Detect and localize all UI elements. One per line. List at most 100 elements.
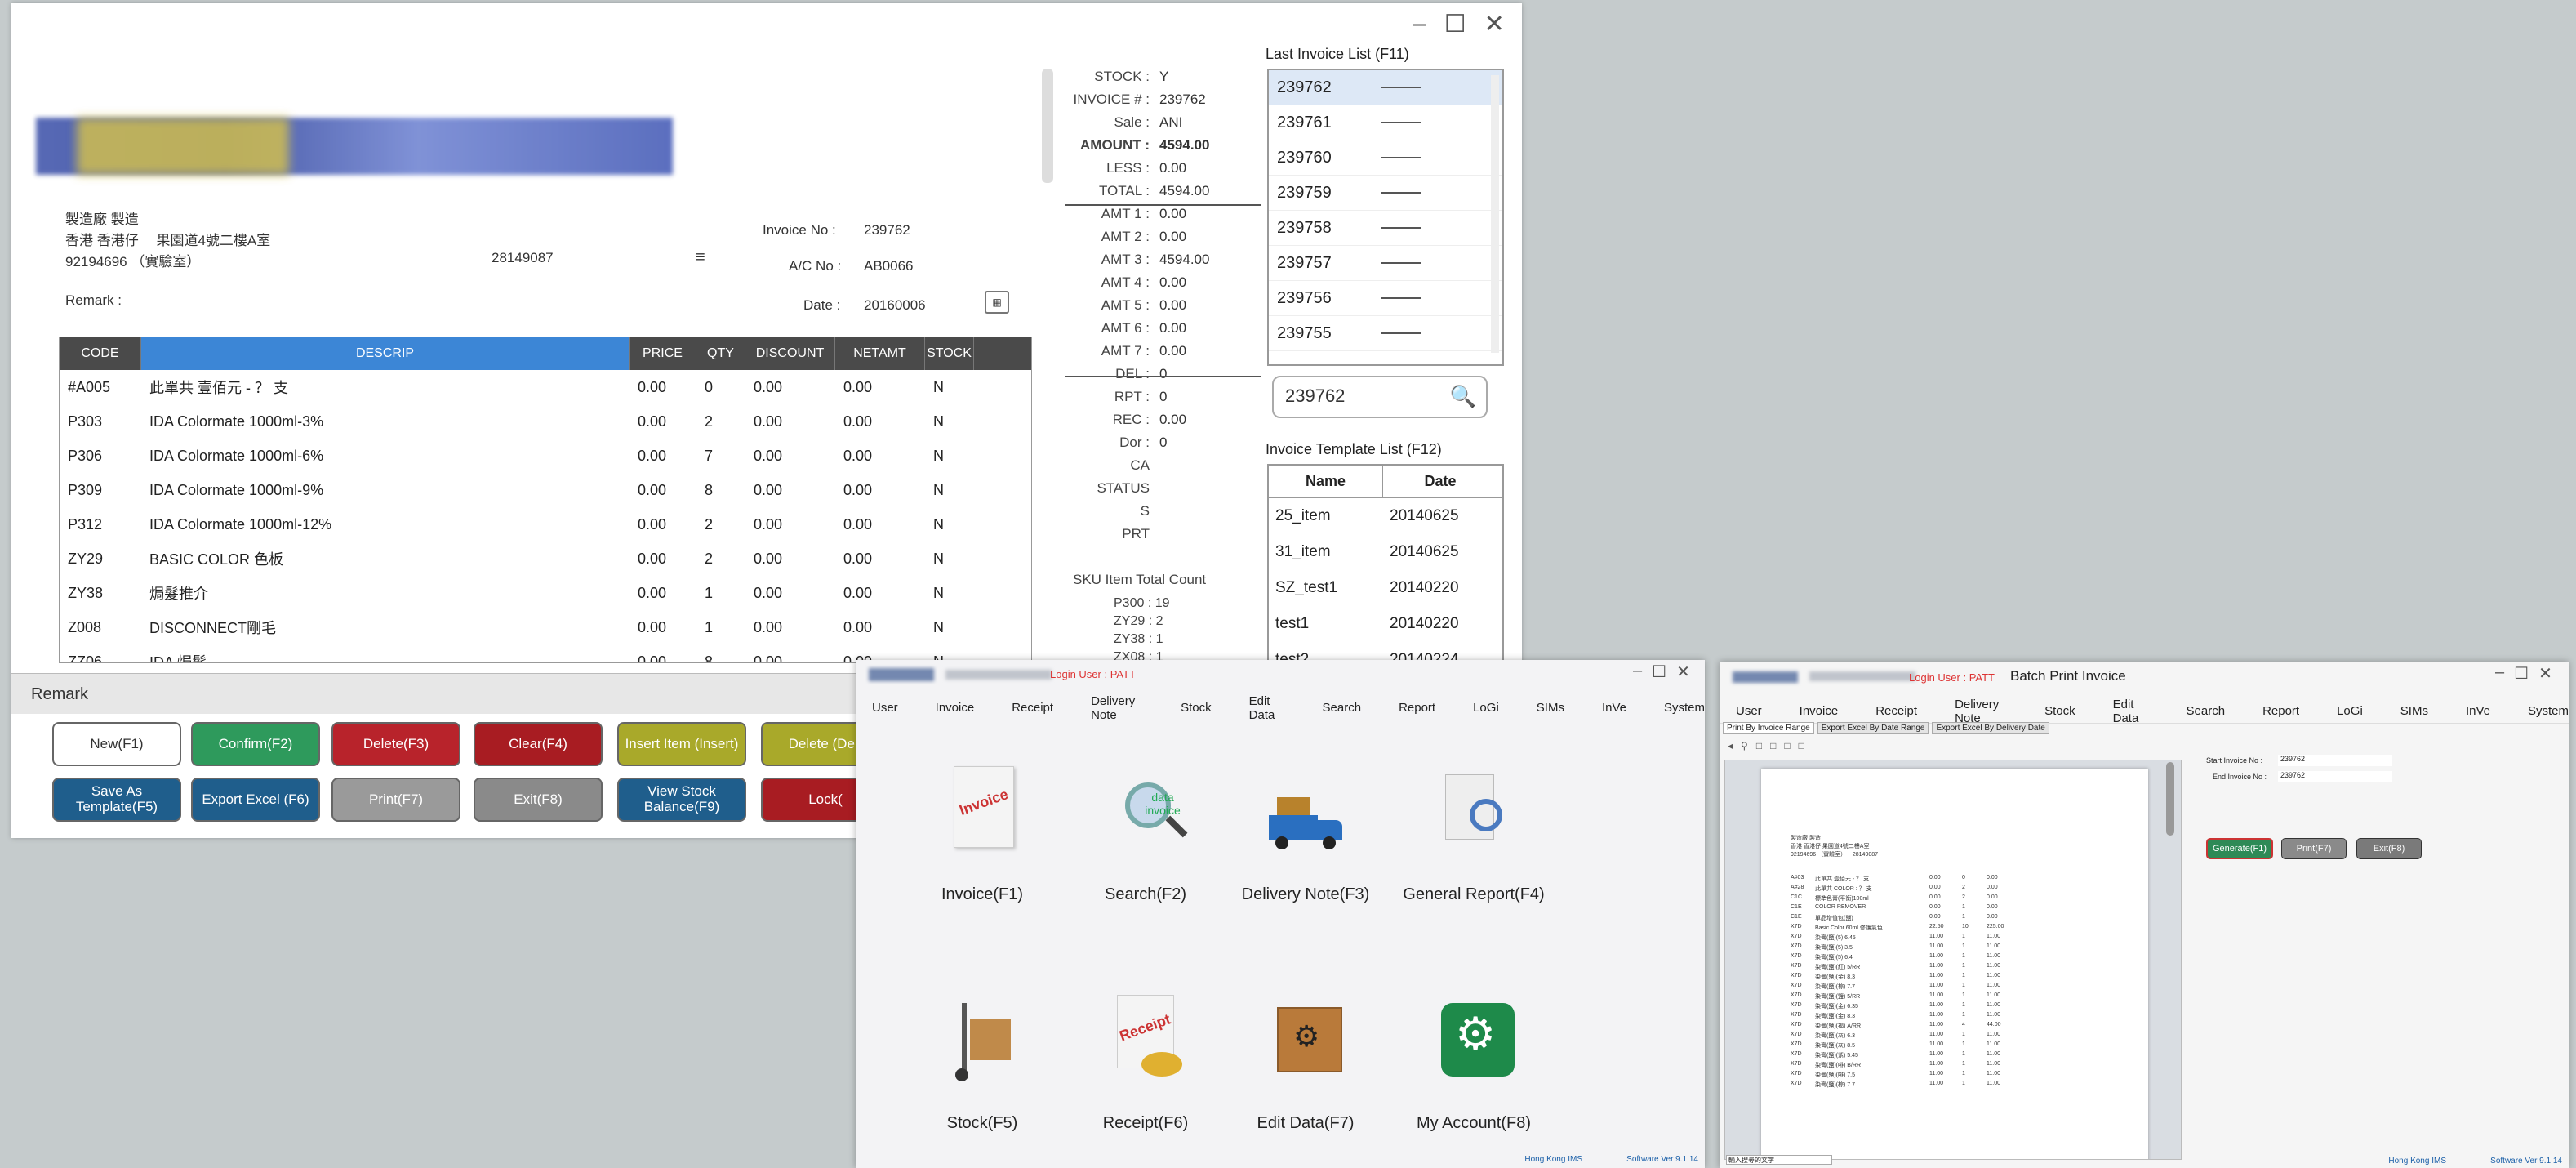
col-qty[interactable]: QTY xyxy=(696,337,745,370)
list-item[interactable]: 239757 xyxy=(1269,246,1502,281)
menu-item-sims[interactable]: SIMs xyxy=(1537,701,1564,715)
print-button[interactable]: Print(F7) xyxy=(331,778,460,822)
status-search-input[interactable]: 輸入搜尋的文字 xyxy=(1726,1155,1832,1165)
col-stock[interactable]: STOCK xyxy=(925,337,974,370)
tab-2[interactable]: Export Excel By Delivery Date xyxy=(1932,722,2049,734)
col-code[interactable]: CODE xyxy=(60,337,141,370)
template-row[interactable]: 25_item 20140625 xyxy=(1269,498,1502,534)
menu-item-user[interactable]: User xyxy=(872,701,898,715)
page-icon[interactable]: □ xyxy=(1784,740,1790,753)
menu-item-user[interactable]: User xyxy=(1736,704,1762,718)
confirm-button[interactable]: Confirm(F2) xyxy=(191,722,320,766)
save-as-template-button[interactable]: Save As Template(F5) xyxy=(52,778,181,822)
export-excel-button[interactable]: Export Excel (F6) xyxy=(191,778,320,822)
table-row[interactable]: P309 IDA Colormate 1000ml-9% 0.00 8 0.00 0.00… xyxy=(60,473,1031,507)
menu-item-stock[interactable]: Stock xyxy=(1181,701,1212,715)
col-netamt[interactable]: NETAMT xyxy=(835,337,925,370)
template-row[interactable]: SZ_test1 20140220 xyxy=(1269,570,1502,606)
col-descrip[interactable]: DESCRIP xyxy=(141,337,630,370)
tile-package[interactable]: ⚙ Edit Data(F7) xyxy=(1212,995,1399,1168)
tab-0[interactable]: Print By Invoice Range xyxy=(1723,722,1814,734)
menu-item-report[interactable]: Report xyxy=(2262,704,2299,718)
template-col-date[interactable]: Date xyxy=(1383,466,1497,497)
menu-item-logi[interactable]: LoGi xyxy=(2337,704,2363,718)
page-icon[interactable]: □ xyxy=(1799,740,1804,753)
arrow-icon[interactable]: ◂ xyxy=(1728,740,1733,753)
tile-delivery-truck[interactable]: Delivery Note(F3) xyxy=(1212,766,1399,962)
clear-button[interactable]: Clear(F4) xyxy=(474,722,603,766)
view-stock-balance-button[interactable]: View Stock Balance(F9) xyxy=(617,778,746,822)
table-row[interactable]: P306 IDA Colormate 1000ml-6% 0.00 7 0.00 0.00… xyxy=(60,439,1031,473)
tile-gears[interactable]: ⚙ My Account(F8) xyxy=(1380,995,1568,1168)
menu-item-delivery-note[interactable]: Delivery Note xyxy=(1955,698,2007,725)
menu-item-stock[interactable]: Stock xyxy=(2044,704,2075,718)
list-item[interactable]: 239759 xyxy=(1269,176,1502,211)
list-item[interactable]: 239755 xyxy=(1269,316,1502,351)
minimize-icon[interactable]: – xyxy=(1633,662,1642,682)
maximize-icon[interactable]: ☐ xyxy=(2514,663,2529,684)
menu-item-receipt[interactable]: Receipt xyxy=(1875,704,1917,718)
menu-item-system[interactable]: System xyxy=(1664,701,1705,715)
col-discount[interactable]: DISCOUNT xyxy=(745,337,835,370)
maximize-icon[interactable]: ☐ xyxy=(1652,662,1666,682)
menu-item-delivery-note[interactable]: Delivery Note xyxy=(1091,694,1143,722)
ac-no-value[interactable]: AB0066 xyxy=(864,258,914,274)
minimize-icon[interactable]: – xyxy=(2495,663,2504,684)
table-row[interactable]: ZY29 BASIC COLOR 色板 0.00 2 0.00 0.00 N xyxy=(60,542,1031,576)
table-row[interactable]: ZY38 焗髮推介 0.00 1 0.00 0.00 N xyxy=(60,576,1031,610)
start-invoice-input[interactable]: 239762 xyxy=(2278,755,2392,766)
list-item[interactable]: 239756 xyxy=(1269,281,1502,316)
print-button[interactable]: Print(F7) xyxy=(2281,838,2347,859)
menu-item-receipt[interactable]: Receipt xyxy=(1012,701,1053,715)
table-row[interactable]: Z008 DISCONNECT剛毛 0.00 1 0.00 0.00 N xyxy=(60,610,1031,644)
insert-item-button[interactable]: Insert Item (Insert) xyxy=(617,722,746,766)
menu-item-inve[interactable]: InVe xyxy=(2466,704,2490,718)
menu-item-logi[interactable]: LoGi xyxy=(1473,701,1499,715)
close-icon[interactable]: ✕ xyxy=(2538,663,2552,684)
close-icon[interactable]: ✕ xyxy=(1484,10,1505,38)
list-item[interactable]: 239762 xyxy=(1269,70,1502,105)
calendar-icon[interactable]: ▦ xyxy=(985,291,1009,314)
table-row[interactable]: P303 IDA Colormate 1000ml-3% 0.00 2 0.00 0.00… xyxy=(60,404,1031,439)
menu-item-report[interactable]: Report xyxy=(1399,701,1435,715)
template-col-name[interactable]: Name xyxy=(1269,466,1383,497)
menu-item-inve[interactable]: InVe xyxy=(1602,701,1626,715)
generate-button[interactable]: Generate(F1) xyxy=(2206,838,2273,859)
preview-scrollbar[interactable] xyxy=(2166,762,2174,836)
list-scrollbar[interactable] xyxy=(1491,75,1499,353)
template-row[interactable]: test1 20140220 xyxy=(1269,606,1502,642)
page-icon[interactable]: □ xyxy=(1770,740,1776,753)
page-icon[interactable]: □ xyxy=(1756,740,1762,753)
list-item[interactable]: 239761 xyxy=(1269,105,1502,140)
invoice-search-input[interactable]: 239762 🔍 xyxy=(1272,376,1488,418)
exit-button[interactable]: Exit(F8) xyxy=(2356,838,2422,859)
menu-item-search[interactable]: Search xyxy=(2187,704,2226,718)
menu-item-edit-data[interactable]: Edit Data xyxy=(1249,694,1285,722)
new-button[interactable]: New(F1) xyxy=(52,722,181,766)
tile-invoice[interactable]: Invoice Invoice(F1) xyxy=(888,766,1076,962)
menu-icon[interactable]: ≡ xyxy=(696,248,705,267)
menu-item-edit-data[interactable]: Edit Data xyxy=(2113,698,2149,725)
menu-item-system[interactable]: System xyxy=(2528,704,2569,718)
invoice-no-value[interactable]: 239762 xyxy=(864,222,910,239)
minimize-icon[interactable]: – xyxy=(1413,10,1426,38)
date-value[interactable]: 20160006 xyxy=(864,297,926,314)
delete-button[interactable]: Delete(F3) xyxy=(331,722,460,766)
menu-item-invoice[interactable]: Invoice xyxy=(936,701,975,715)
tile-report[interactable]: General Report(F4) xyxy=(1380,766,1568,962)
tab-1[interactable]: Export Excel By Date Range xyxy=(1817,722,1929,734)
template-row[interactable]: 31_item 20140625 xyxy=(1269,534,1502,570)
tile-hand-truck[interactable]: Stock(F5) xyxy=(888,995,1076,1168)
col-price[interactable]: PRICE xyxy=(630,337,696,370)
menu-item-invoice[interactable]: Invoice xyxy=(1800,704,1839,718)
list-item[interactable]: 239760 xyxy=(1269,140,1502,176)
end-invoice-input[interactable]: 239762 xyxy=(2278,771,2392,782)
menu-item-search[interactable]: Search xyxy=(1323,701,1362,715)
table-row[interactable]: #A005 此單共 壹佰元 - ？ 支 0.00 0 0.00 0.00 N xyxy=(60,370,1031,404)
table-row[interactable]: P312 IDA Colormate 1000ml-12% 0.00 2 0.00 0.0… xyxy=(60,507,1031,542)
menu-item-sims[interactable]: SIMs xyxy=(2400,704,2428,718)
zoom-icon[interactable]: ⚲ xyxy=(1741,740,1748,753)
search-icon[interactable]: 🔍 xyxy=(1450,384,1476,409)
list-item[interactable]: 239758 xyxy=(1269,211,1502,246)
exit-button[interactable]: Exit(F8) xyxy=(474,778,603,822)
